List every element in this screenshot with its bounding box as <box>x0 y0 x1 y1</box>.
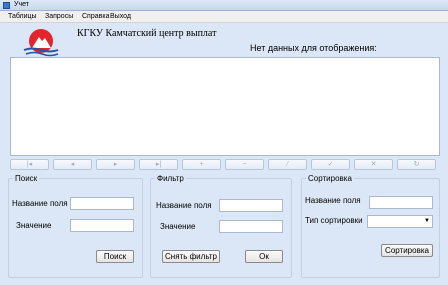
filter-field-label: Название поля <box>156 201 212 210</box>
sort-button[interactable]: Сортировка <box>381 244 433 257</box>
window-title: Учет <box>14 1 29 8</box>
menu-bar: Таблицы Запросы Справка Выход <box>0 11 448 23</box>
menu-item-queries[interactable]: Запросы <box>45 13 73 20</box>
search-button[interactable]: Поиск <box>96 250 134 263</box>
sort-type-label: Тип сортировки <box>305 216 363 225</box>
post-edit-icon[interactable]: ✓ <box>311 159 350 170</box>
first-record-icon[interactable]: |◂ <box>10 159 49 170</box>
title-bar: Учет <box>0 0 448 11</box>
organization-logo <box>23 29 59 57</box>
search-field-input[interactable] <box>70 197 134 210</box>
filter-ok-button[interactable]: Ок <box>245 250 283 263</box>
cancel-edit-icon[interactable]: ✕ <box>354 159 393 170</box>
filter-group-title: Фильтр <box>155 174 186 183</box>
prior-record-icon[interactable]: ◂ <box>53 159 92 170</box>
menu-item-exit[interactable]: Выход <box>110 13 131 20</box>
search-value-input[interactable] <box>70 219 134 232</box>
search-group-title: Поиск <box>13 174 40 183</box>
organization-title: КГКУ Камчатский центр выплат <box>77 28 217 39</box>
sort-field-input[interactable] <box>369 196 433 209</box>
sort-group: Сортировка Название поля Тип сортировки … <box>301 174 440 278</box>
search-group: Поиск Название поля Значение Поиск <box>8 174 143 278</box>
db-navigator: |◂ ◂ ▸ ▸| + − ⁄ ✓ ✕ ↻ <box>10 159 440 171</box>
chevron-down-icon[interactable]: ▼ <box>424 218 430 225</box>
last-record-icon[interactable]: ▸| <box>139 159 178 170</box>
insert-record-icon[interactable]: + <box>182 159 221 170</box>
search-field-label: Название поля <box>12 199 68 208</box>
no-data-message: Нет данных для отображения: <box>250 43 377 53</box>
app-icon <box>3 2 10 9</box>
next-record-icon[interactable]: ▸ <box>96 159 135 170</box>
menu-item-help[interactable]: Справка <box>82 13 109 20</box>
refresh-data-icon[interactable]: ↻ <box>397 159 436 170</box>
data-grid[interactable] <box>10 57 440 156</box>
filter-value-label: Значение <box>160 222 196 231</box>
filter-field-input[interactable] <box>219 199 283 212</box>
clear-filter-button[interactable]: Снять фильтр <box>162 250 220 263</box>
filter-value-input[interactable] <box>219 220 283 233</box>
edit-record-icon[interactable]: ⁄ <box>268 159 307 170</box>
sort-field-label: Название поля <box>305 196 361 205</box>
sort-type-select[interactable]: ▼ <box>367 215 433 228</box>
filter-group: Фильтр Название поля Значение Снять филь… <box>150 174 292 278</box>
sort-group-title: Сортировка <box>306 174 354 183</box>
delete-record-icon[interactable]: − <box>225 159 264 170</box>
search-value-label: Значение <box>16 221 52 230</box>
menu-item-tables[interactable]: Таблицы <box>8 13 37 20</box>
